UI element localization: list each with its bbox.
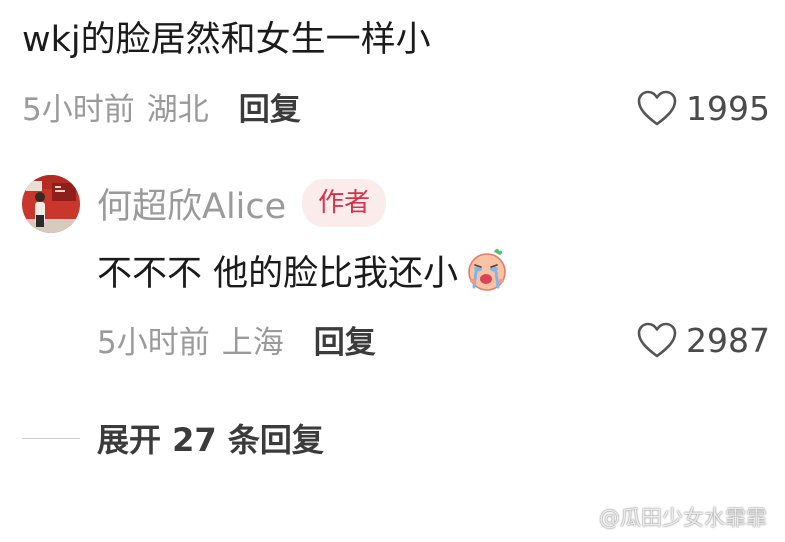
heart-outline-icon — [636, 89, 678, 127]
reply-like-count: 2987 — [686, 320, 770, 360]
reply-location: 上海 — [221, 325, 284, 361]
reply-like-button[interactable]: 2987 — [636, 318, 770, 362]
reply-username[interactable]: 何超欣Alice — [97, 178, 286, 229]
comment-like-count: 1995 — [686, 88, 770, 128]
comment-like-button[interactable]: 1995 — [636, 86, 770, 130]
expand-replies-button[interactable]: 展开 27 条回复 — [22, 416, 324, 460]
avatar[interactable] — [22, 175, 80, 233]
comment-time: 5小时前 — [22, 92, 135, 128]
comment-location: 湖北 — [146, 92, 209, 128]
comment-meta: 5小时前 湖北 回复 — [22, 90, 301, 130]
reply-text: 不不不 他的脸比我还小 — [97, 253, 459, 294]
author-badge: 作者 — [302, 179, 387, 227]
reply-reply-button[interactable]: 回复 — [314, 323, 376, 363]
watermark: @瓜田少女水霏霏 — [599, 506, 767, 530]
divider — [22, 437, 80, 439]
reply-content: 不不不 他的脸比我还小 — [97, 245, 510, 295]
comment-text: wkj的脸居然和女生一样小 — [22, 20, 431, 60]
heart-outline-icon — [636, 321, 678, 359]
expand-replies-label: 展开 27 条回复 — [97, 421, 324, 459]
crying-face-emoji — [458, 247, 510, 293]
reply-time: 5小时前 — [97, 325, 210, 361]
reply-header: 何超欣Alice 作者 — [97, 178, 387, 229]
reply-meta: 5小时前 上海 回复 — [97, 323, 376, 363]
comment-reply-button[interactable]: 回复 — [239, 90, 301, 130]
